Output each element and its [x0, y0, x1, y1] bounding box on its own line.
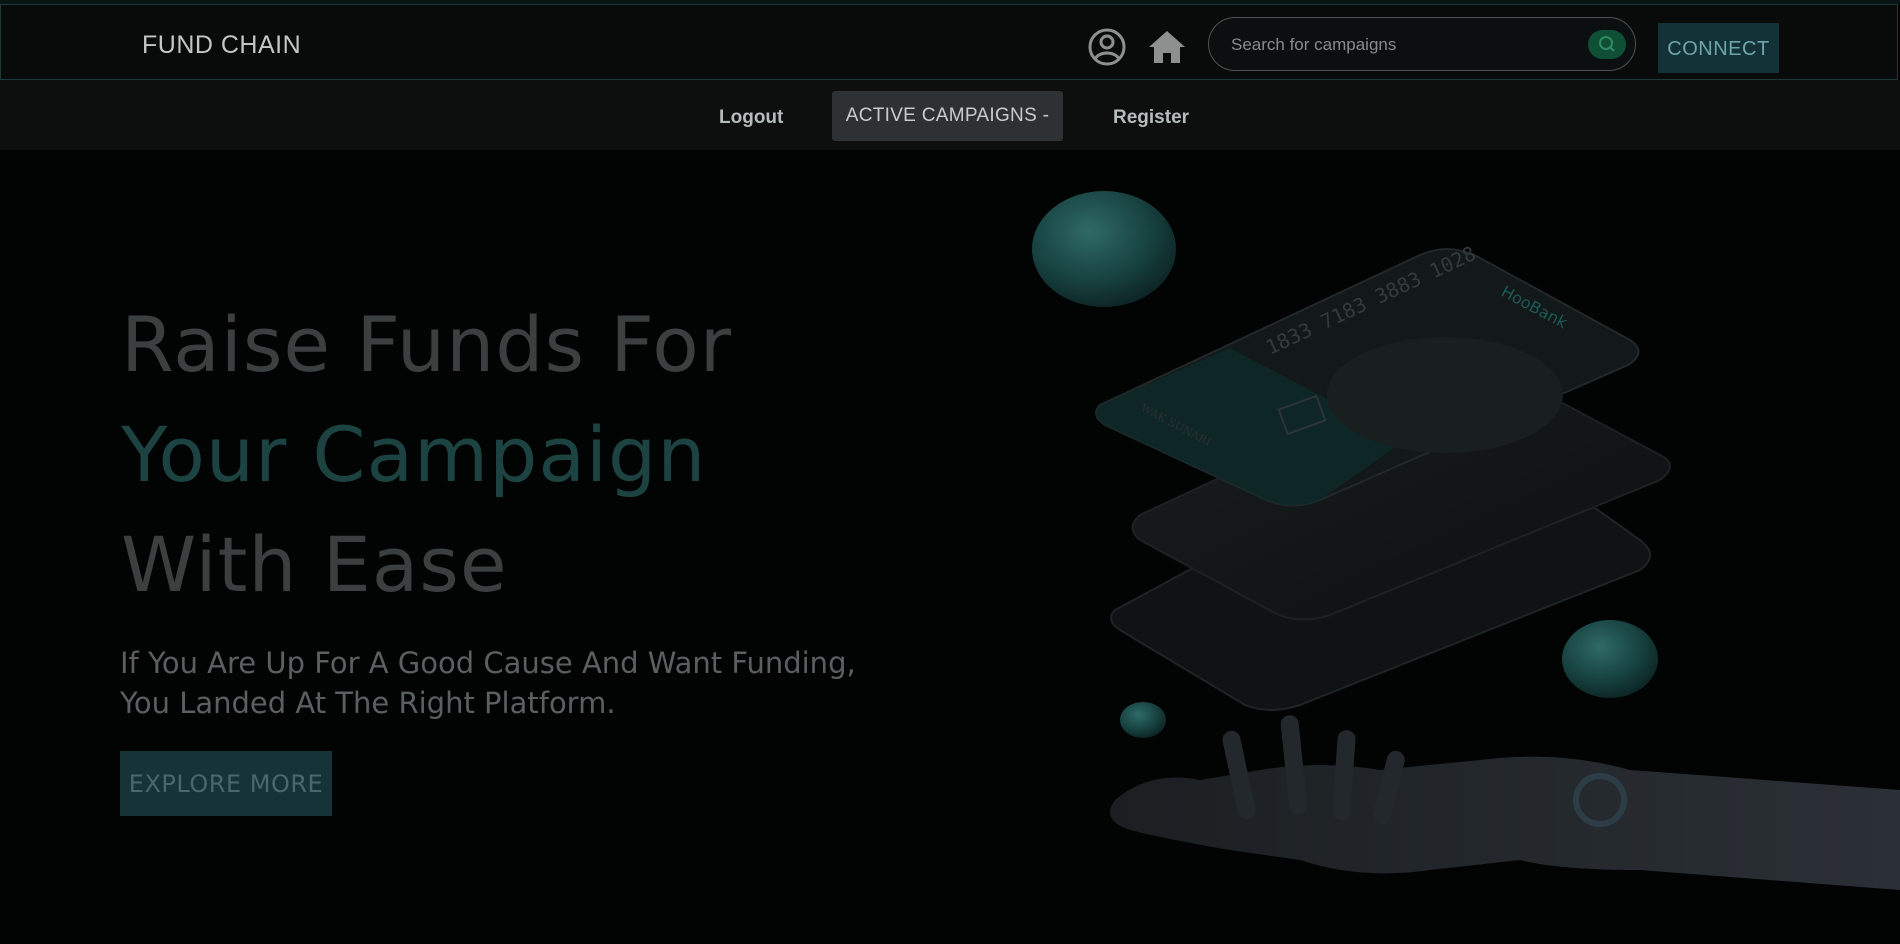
- brand-logo-text[interactable]: FUND CHAIN: [142, 31, 301, 60]
- hero-title-line-1: Raise Funds For: [121, 300, 732, 389]
- active-campaigns-dropdown[interactable]: ACTIVE CAMPAIGNS -: [832, 91, 1063, 141]
- user-circle-icon[interactable]: [1087, 27, 1127, 67]
- sphere-decoration: [1120, 702, 1166, 738]
- sphere-decoration: [1032, 191, 1176, 307]
- hero-illustration: 1833 7183 3883 1028 HooBank WAK SUNARI: [1032, 191, 1900, 890]
- logout-link[interactable]: Logout: [719, 107, 783, 129]
- hero-subtitle: If You Are Up For A Good Cause And Want …: [120, 646, 856, 720]
- hero-title-line-3: With Ease: [121, 520, 508, 609]
- register-link[interactable]: Register: [1113, 107, 1189, 129]
- top-header: FUND CHAIN CONNECT: [0, 4, 1898, 80]
- search-bar: [1208, 17, 1636, 71]
- search-input[interactable]: [1229, 30, 1573, 60]
- search-icon: [1599, 36, 1615, 52]
- robot-hand: [1110, 756, 1900, 890]
- explore-more-button[interactable]: EXPLORE MORE: [120, 751, 332, 816]
- connect-wallet-button[interactable]: CONNECT: [1658, 23, 1779, 73]
- secondary-nav: Logout ACTIVE CAMPAIGNS - Register: [0, 80, 1900, 150]
- search-button[interactable]: [1588, 30, 1626, 59]
- card-glow: [1327, 337, 1563, 453]
- sphere-decoration: [1562, 620, 1658, 698]
- home-icon[interactable]: [1147, 27, 1187, 67]
- hero-title-line-2: Your Campaign: [121, 410, 707, 499]
